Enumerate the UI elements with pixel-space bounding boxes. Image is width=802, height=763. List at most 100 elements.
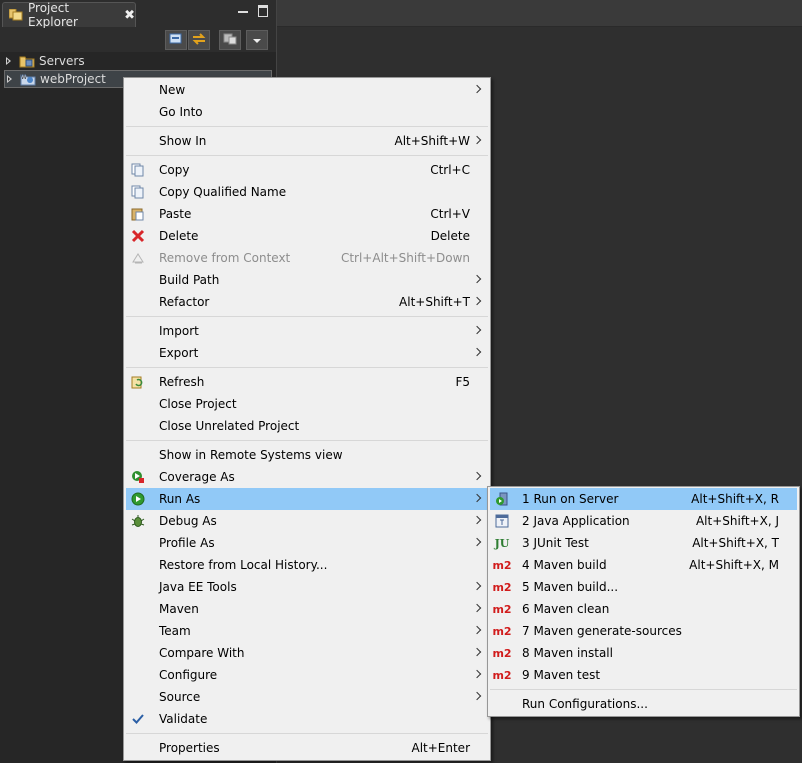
link-with-editor-button[interactable] xyxy=(188,30,210,50)
collapse-all-button[interactable] xyxy=(165,30,187,50)
view-tabbar: Project Explorer ✖ xyxy=(0,0,276,29)
menu-item-validate[interactable]: Validate xyxy=(126,708,488,730)
remove-context-icon xyxy=(130,250,146,266)
chevron-right-icon xyxy=(472,347,482,357)
tree-item-servers[interactable]: Servers xyxy=(0,52,276,70)
expand-icon[interactable] xyxy=(6,57,11,65)
menu-item-coverage-as[interactable]: Coverage As xyxy=(126,466,488,488)
paste-icon xyxy=(130,206,146,222)
menu-item-accelerator: Alt+Shift+T xyxy=(399,295,470,309)
view-menu-button[interactable] xyxy=(246,30,268,50)
menu-separator xyxy=(126,367,488,368)
menu-item-profile-as[interactable]: Profile As xyxy=(126,532,488,554)
menu-separator xyxy=(126,126,488,127)
menu-item-label: Properties xyxy=(159,741,220,755)
menu-item-restore-local-history[interactable]: Restore from Local History... xyxy=(126,554,488,576)
menu-item-label: Java EE Tools xyxy=(159,580,237,594)
submenu-item-maven-install[interactable]: m2 8 Maven install xyxy=(490,642,797,664)
menu-item-refactor[interactable]: Refactor Alt+Shift+T xyxy=(126,291,488,313)
menu-item-team[interactable]: Team xyxy=(126,620,488,642)
view-controls xyxy=(238,5,268,17)
menu-separator xyxy=(126,733,488,734)
submenu-item-label: 5 Maven build... xyxy=(522,580,619,594)
menu-item-copy-qualified-name[interactable]: Copy Qualified Name xyxy=(126,181,488,203)
submenu-item-run-on-server[interactable]: 1 Run on Server Alt+Shift+X, R xyxy=(490,488,797,510)
chevron-right-icon xyxy=(472,84,482,94)
delete-icon xyxy=(130,228,146,244)
menu-item-label: Show in Remote Systems view xyxy=(159,448,343,462)
submenu-item-junit-test[interactable]: JU 3 JUnit Test Alt+Shift+X, T xyxy=(490,532,797,554)
chevron-down-icon xyxy=(252,33,262,47)
menu-item-build-path[interactable]: Build Path xyxy=(126,269,488,291)
submenu-item-accelerator: Alt+Shift+X, T xyxy=(692,536,779,550)
menu-item-paste[interactable]: Paste Ctrl+V xyxy=(126,203,488,225)
menu-item-show-in-remote-systems[interactable]: Show in Remote Systems view xyxy=(126,444,488,466)
submenu-item-label: Run Configurations... xyxy=(522,697,648,711)
menu-item-configure[interactable]: Configure xyxy=(126,664,488,686)
menu-item-accelerator: Alt+Shift+W xyxy=(394,134,471,148)
menu-item-accelerator: Ctrl+C xyxy=(430,163,470,177)
m2-text: m2 xyxy=(492,624,512,638)
submenu-item-maven-generate-sources[interactable]: m2 7 Maven generate-sources xyxy=(490,620,797,642)
menu-item-refresh[interactable]: Refresh F5 xyxy=(126,371,488,393)
run-on-server-icon xyxy=(494,491,510,507)
submenu-item-maven-build[interactable]: m2 4 Maven build Alt+Shift+X, M xyxy=(490,554,797,576)
menu-item-run-as[interactable]: Run As xyxy=(126,488,488,510)
menu-item-label: Validate xyxy=(159,712,208,726)
menu-item-close-project[interactable]: Close Project xyxy=(126,393,488,415)
menu-item-label: Delete xyxy=(159,229,199,243)
menu-item-label: Close Unrelated Project xyxy=(159,419,300,433)
menu-item-maven[interactable]: Maven xyxy=(126,598,488,620)
menu-item-accelerator: Alt+Enter xyxy=(411,741,470,755)
menu-item-label: Restore from Local History... xyxy=(159,558,328,572)
menu-item-label: Coverage As xyxy=(159,470,235,484)
menu-item-close-unrelated-project[interactable]: Close Unrelated Project xyxy=(126,415,488,437)
submenu-item-maven-clean[interactable]: m2 6 Maven clean xyxy=(490,598,797,620)
submenu-item-label: 3 JUnit Test xyxy=(522,536,589,550)
menu-item-label: Export xyxy=(159,346,199,360)
filter-button[interactable] xyxy=(219,30,241,50)
menu-item-delete[interactable]: Delete Delete xyxy=(126,225,488,247)
submenu-item-label: 9 Maven test xyxy=(522,668,601,682)
menu-item-label: Copy xyxy=(159,163,190,177)
chevron-right-icon xyxy=(472,581,482,591)
submenu-item-accelerator: Alt+Shift+X, M xyxy=(689,558,779,572)
tab-project-explorer[interactable]: Project Explorer ✖ xyxy=(2,1,136,29)
menu-item-copy[interactable]: Copy Ctrl+C xyxy=(126,159,488,181)
submenu-item-java-application[interactable]: 2 Java Application Alt+Shift+X, J xyxy=(490,510,797,532)
menu-item-go-into[interactable]: Go Into xyxy=(126,101,488,123)
menu-separator xyxy=(126,155,488,156)
menu-item-export[interactable]: Export xyxy=(126,342,488,364)
submenu-item-accelerator: Alt+Shift+X, J xyxy=(695,514,779,528)
maximize-icon[interactable] xyxy=(258,5,268,17)
menu-item-label: Refactor xyxy=(159,295,210,309)
submenu-item-accelerator: Alt+Shift+X, R xyxy=(691,492,779,506)
menu-item-show-in[interactable]: Show In Alt+Shift+W xyxy=(126,130,488,152)
submenu-item-label: 8 Maven install xyxy=(522,646,613,660)
menu-item-import[interactable]: Import xyxy=(126,320,488,342)
menu-item-source[interactable]: Source xyxy=(126,686,488,708)
menu-item-java-ee-tools[interactable]: Java EE Tools xyxy=(126,576,488,598)
svg-text:W: W xyxy=(21,74,27,81)
chevron-right-icon xyxy=(472,471,482,481)
menu-item-properties[interactable]: Properties Alt+Enter xyxy=(126,737,488,759)
view-toolbar xyxy=(0,28,276,52)
menu-item-remove-from-context[interactable]: Remove from Context Ctrl+Alt+Shift+Down xyxy=(126,247,488,269)
submenu-item-run-configurations[interactable]: Run Configurations... xyxy=(490,693,797,715)
project-explorer-icon xyxy=(8,8,23,21)
context-menu: New Go Into Show In Alt+Shift+W Copy Ctr… xyxy=(123,77,491,761)
menu-item-label: Configure xyxy=(159,668,218,682)
java-app-icon xyxy=(494,513,510,529)
menu-item-compare-with[interactable]: Compare With xyxy=(126,642,488,664)
menu-item-label: Team xyxy=(159,624,191,638)
maven-m2-icon: m2 xyxy=(492,667,511,683)
submenu-item-maven-build-dialog[interactable]: m2 5 Maven build... xyxy=(490,576,797,598)
menu-item-debug-as[interactable]: Debug As xyxy=(126,510,488,532)
submenu-item-maven-test[interactable]: m2 9 Maven test xyxy=(490,664,797,686)
menu-item-label: Paste xyxy=(159,207,192,221)
menu-item-new[interactable]: New xyxy=(126,79,488,101)
close-icon[interactable]: ✖ xyxy=(124,8,135,23)
minimize-icon[interactable] xyxy=(238,11,248,13)
coverage-icon xyxy=(130,469,146,485)
expand-icon[interactable] xyxy=(7,75,12,83)
